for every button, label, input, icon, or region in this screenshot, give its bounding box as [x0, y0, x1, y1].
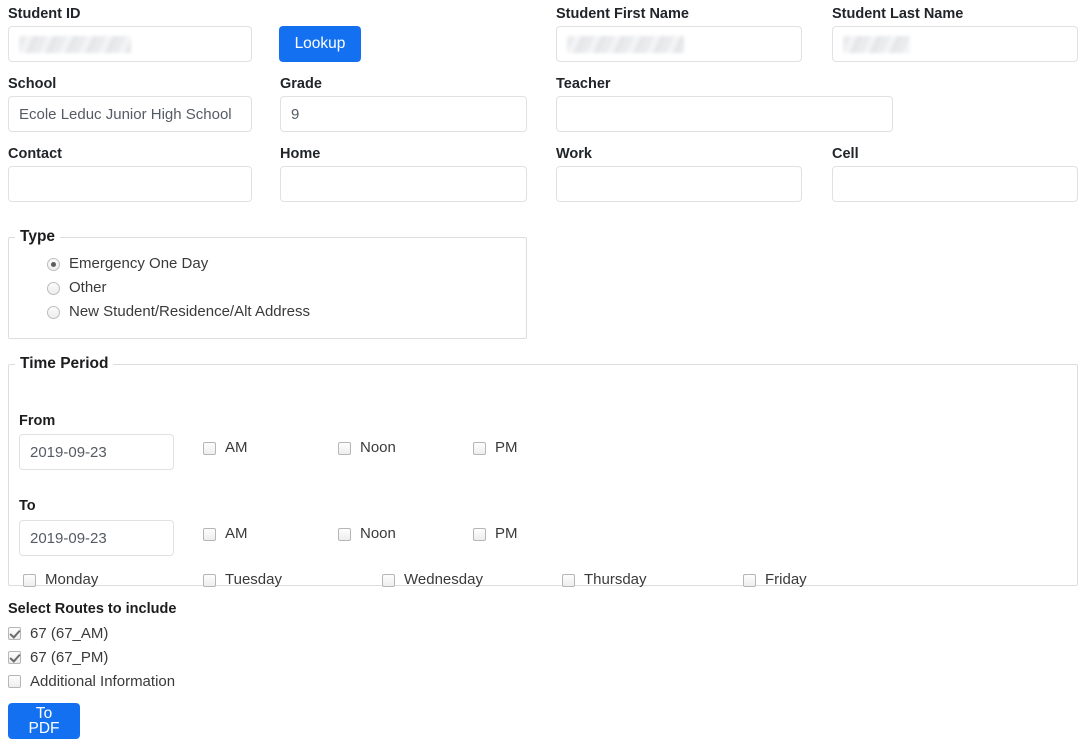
student-first-name-group: Student First Name	[556, 5, 802, 62]
weekday-label: Thursday	[584, 572, 647, 588]
home-group: Home	[280, 145, 527, 202]
checkbox-from-am[interactable]	[203, 442, 216, 455]
route-label: 67 (67_PM)	[30, 649, 108, 666]
to-date-input[interactable]: 2019-09-23	[19, 520, 174, 556]
from-noon-label: Noon	[360, 440, 396, 456]
type-fieldset: Type Emergency One Day Other New Student…	[8, 228, 527, 339]
student-last-name-label: Student Last Name	[832, 5, 1078, 23]
to-noon-label: Noon	[360, 526, 396, 542]
from-label: From	[19, 412, 55, 430]
checkbox-additional-information[interactable]	[8, 675, 21, 688]
to-pm-label: PM	[495, 526, 518, 542]
radio-new-student-residence-alt-address[interactable]	[47, 306, 60, 319]
contact-group: Contact	[8, 145, 252, 202]
to-am-checkbox-option[interactable]: AM	[203, 526, 248, 542]
time-period-legend: Time Period	[15, 355, 113, 373]
school-group: School Ecole Leduc Junior High School	[8, 75, 252, 132]
to-noon-checkbox-option[interactable]: Noon	[338, 526, 396, 542]
weekday-label: Wednesday	[404, 572, 483, 588]
routes-section: Select Routes to include 67 (67_AM) 67 (…	[8, 601, 176, 693]
radio-emergency-one-day[interactable]	[47, 258, 60, 271]
school-input[interactable]: Ecole Leduc Junior High School	[8, 96, 252, 132]
redacted-student-id	[19, 36, 131, 53]
work-label: Work	[556, 145, 802, 163]
checkbox-from-noon[interactable]	[338, 442, 351, 455]
student-first-name-input[interactable]	[556, 26, 802, 62]
from-pm-checkbox-option[interactable]: PM	[473, 440, 518, 456]
checkbox-monday[interactable]	[23, 574, 36, 587]
from-pm-label: PM	[495, 440, 518, 456]
weekday-tuesday-option[interactable]: Tuesday	[203, 572, 282, 588]
from-am-checkbox-option[interactable]: AM	[203, 440, 248, 456]
lookup-button[interactable]: Lookup	[279, 26, 361, 62]
checkbox-wednesday[interactable]	[382, 574, 395, 587]
to-pm-checkbox-option[interactable]: PM	[473, 526, 518, 542]
type-option-label: New Student/Residence/Alt Address	[69, 304, 310, 320]
type-option-label: Emergency One Day	[69, 256, 208, 272]
route-label: 67 (67_AM)	[30, 625, 108, 642]
weekday-label: Tuesday	[225, 572, 282, 588]
from-noon-checkbox-option[interactable]: Noon	[338, 440, 396, 456]
route-label: Additional Information	[30, 673, 175, 690]
contact-input[interactable]	[8, 166, 252, 202]
routes-title: Select Routes to include	[8, 601, 176, 617]
type-options-list: Emergency One Day Other New Student/Resi…	[9, 246, 526, 320]
weekday-thursday-option[interactable]: Thursday	[562, 572, 647, 588]
weekday-label: Monday	[45, 572, 98, 588]
weekday-friday-option[interactable]: Friday	[743, 572, 807, 588]
type-option-emergency-one-day[interactable]: Emergency One Day	[47, 256, 526, 272]
school-label: School	[8, 75, 252, 93]
cell-label: Cell	[832, 145, 1078, 163]
student-last-name-input[interactable]	[832, 26, 1078, 62]
checkbox-route-67-pm[interactable]	[8, 651, 21, 664]
type-option-new-student-residence-alt-address[interactable]: New Student/Residence/Alt Address	[47, 304, 526, 320]
teacher-label: Teacher	[556, 75, 893, 93]
student-first-name-label: Student First Name	[556, 5, 802, 23]
to-am-label: AM	[225, 526, 248, 542]
checkbox-from-pm[interactable]	[473, 442, 486, 455]
checkbox-friday[interactable]	[743, 574, 756, 587]
home-label: Home	[280, 145, 527, 163]
cell-input[interactable]	[832, 166, 1078, 202]
student-last-name-group: Student Last Name	[832, 5, 1078, 62]
checkbox-route-67-am[interactable]	[8, 627, 21, 640]
checkbox-to-pm[interactable]	[473, 528, 486, 541]
grade-input[interactable]: 9	[280, 96, 527, 132]
checkbox-thursday[interactable]	[562, 574, 575, 587]
from-date-input[interactable]: 2019-09-23	[19, 434, 174, 470]
weekday-monday-option[interactable]: Monday	[23, 572, 98, 588]
to-pdf-button[interactable]: To PDF	[8, 703, 80, 739]
contact-label: Contact	[8, 145, 252, 163]
type-option-other[interactable]: Other	[47, 280, 526, 296]
to-label: To	[19, 497, 36, 515]
weekday-wednesday-option[interactable]: Wednesday	[382, 572, 483, 588]
time-period-fieldset: Time Period From 2019-09-23 AM Noon PM T…	[8, 355, 1078, 586]
grade-label: Grade	[280, 75, 527, 93]
redacted-student-first-name	[567, 36, 684, 53]
route-item-additional-information[interactable]: Additional Information	[8, 669, 176, 693]
weekday-label: Friday	[765, 572, 807, 588]
checkbox-tuesday[interactable]	[203, 574, 216, 587]
work-group: Work	[556, 145, 802, 202]
cell-group: Cell	[832, 145, 1078, 202]
grade-group: Grade 9	[280, 75, 527, 132]
route-item-67-pm[interactable]: 67 (67_PM)	[8, 645, 176, 669]
checkbox-to-noon[interactable]	[338, 528, 351, 541]
route-item-67-am[interactable]: 67 (67_AM)	[8, 621, 176, 645]
routes-list: 67 (67_AM) 67 (67_PM) Additional Informa…	[8, 621, 176, 693]
teacher-input[interactable]	[556, 96, 893, 132]
student-id-label: Student ID	[8, 5, 252, 23]
checkbox-to-am[interactable]	[203, 528, 216, 541]
student-id-group: Student ID	[8, 5, 252, 62]
student-id-input[interactable]	[8, 26, 252, 62]
redacted-student-last-name	[843, 36, 910, 53]
teacher-group: Teacher	[556, 75, 893, 132]
radio-other[interactable]	[47, 282, 60, 295]
type-option-label: Other	[69, 280, 107, 296]
type-legend: Type	[15, 228, 60, 246]
home-input[interactable]	[280, 166, 527, 202]
work-input[interactable]	[556, 166, 802, 202]
from-am-label: AM	[225, 440, 248, 456]
